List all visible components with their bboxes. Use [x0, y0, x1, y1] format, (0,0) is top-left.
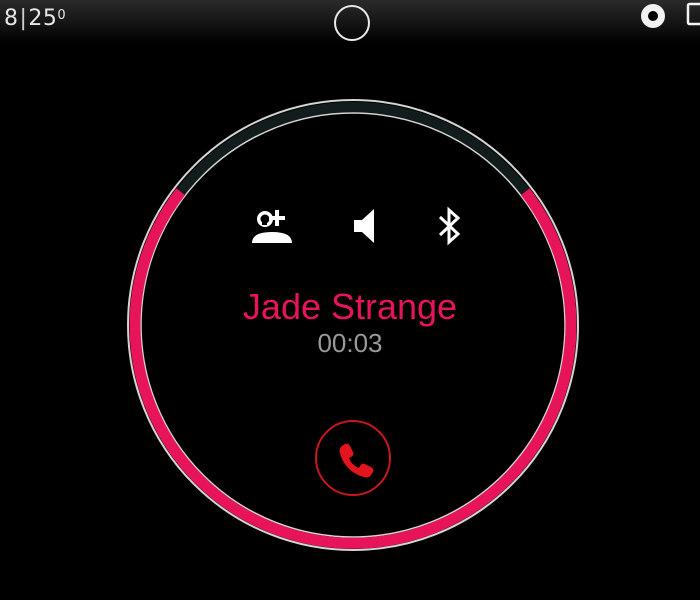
- call-duration: 00:03: [317, 328, 383, 358]
- speaker-icon[interactable]: [352, 207, 378, 245]
- end-call-icon: [339, 443, 374, 478]
- caller-name: Jade Strange: [242, 286, 458, 327]
- call-screen: 8|250 Jade Strange 00:03: [0, 0, 700, 600]
- add-contact-icon[interactable]: [250, 205, 296, 247]
- end-call-button[interactable]: [315, 420, 391, 496]
- bluetooth-icon[interactable]: [437, 206, 461, 246]
